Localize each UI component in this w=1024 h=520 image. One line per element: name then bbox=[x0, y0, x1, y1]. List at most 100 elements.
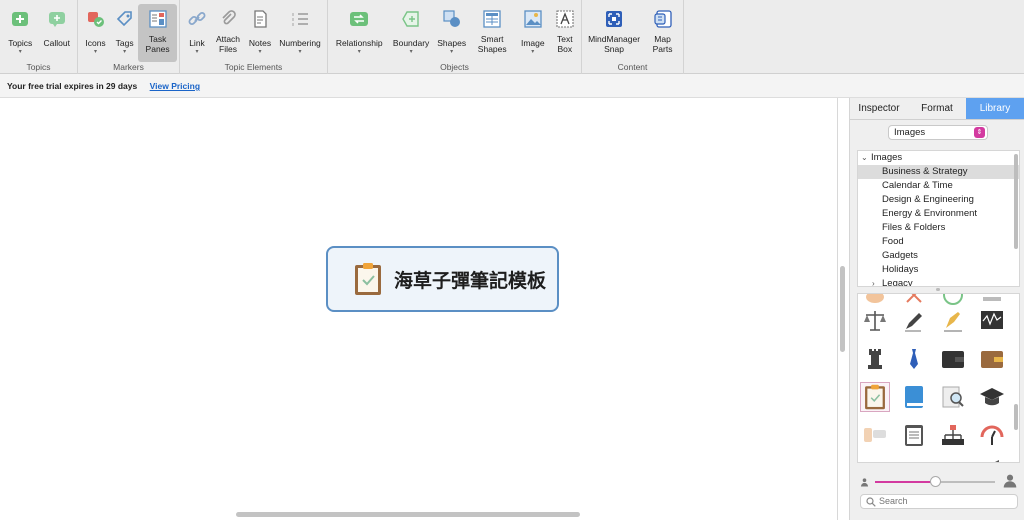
tree-item-images[interactable]: ⌄ Images bbox=[858, 151, 1019, 165]
gallery-image[interactable] bbox=[977, 420, 1007, 450]
tree-item[interactable]: Files & Folders bbox=[858, 221, 1019, 235]
library-tree: ⌄ Images Business & Strategy Calendar & T… bbox=[857, 150, 1020, 287]
relationship-button[interactable]: Relationship ▾ bbox=[330, 4, 388, 62]
topics-icon bbox=[12, 12, 29, 26]
icon-size-slider[interactable] bbox=[857, 474, 1020, 489]
tag-icon bbox=[116, 11, 132, 27]
ribbon-group-topics: Topics ▾ Callout Topics bbox=[0, 0, 78, 74]
stock-chart-icon bbox=[981, 311, 1003, 329]
task-panes-icon bbox=[148, 10, 167, 28]
gallery-image[interactable] bbox=[899, 306, 929, 336]
ribbon-group-objects: Relationship ▾ Boundary ▾ Shapes ▾ Smart… bbox=[328, 0, 582, 74]
gallery-image[interactable] bbox=[860, 454, 890, 462]
link-label: Link bbox=[189, 38, 205, 48]
callout-icon bbox=[48, 12, 65, 27]
icons-button[interactable]: Icons ▾ bbox=[80, 4, 111, 62]
mindmanager-snap-label: MindManager Snap bbox=[588, 34, 641, 54]
gallery-image-selected[interactable] bbox=[860, 382, 890, 412]
gallery-image[interactable] bbox=[938, 454, 968, 462]
task-panes-label: Task Panes bbox=[145, 34, 170, 54]
library-category-select[interactable]: Images ⇕ bbox=[888, 125, 988, 140]
tree-item-label: Legacy bbox=[882, 278, 913, 287]
central-topic-title: 海草子彈筆記模板 bbox=[394, 269, 547, 292]
task-panes-button[interactable]: Task Panes bbox=[138, 4, 177, 62]
shapes-button[interactable]: Shapes ▾ bbox=[434, 4, 470, 62]
topics-button[interactable]: Topics ▾ bbox=[2, 4, 39, 62]
gallery-image[interactable] bbox=[860, 344, 890, 374]
slider-knob[interactable] bbox=[930, 476, 941, 487]
tree-item[interactable]: Food bbox=[858, 235, 1019, 249]
link-button[interactable]: Link ▾ bbox=[182, 4, 212, 62]
tree-scrollbar[interactable] bbox=[1014, 154, 1018, 249]
clipboard-list-icon bbox=[905, 425, 923, 446]
megaphone-icon bbox=[995, 460, 999, 462]
map-parts-button[interactable]: Map Parts bbox=[644, 4, 681, 62]
gallery-image[interactable] bbox=[899, 420, 929, 450]
ribbon-toolbar: Topics ▾ Callout Topics Icons ▾ Tags ▾ T… bbox=[0, 0, 1024, 74]
mindmanager-snap-button[interactable]: MindManager Snap bbox=[584, 4, 644, 62]
canvas-vertical-scrollbar[interactable] bbox=[840, 266, 845, 352]
small-person-icon bbox=[860, 478, 869, 487]
gallery-image[interactable] bbox=[938, 344, 968, 374]
notes-button[interactable]: Notes ▾ bbox=[244, 4, 276, 62]
tree-item[interactable]: Business & Strategy bbox=[858, 165, 1019, 179]
pane-splitter-handle[interactable] bbox=[936, 288, 940, 291]
tree-item[interactable]: Gadgets bbox=[858, 249, 1019, 263]
tree-item[interactable]: Calendar & Time bbox=[858, 179, 1019, 193]
trial-message: Your free trial expires in 29 days bbox=[7, 81, 138, 91]
gauge-icon bbox=[980, 425, 1004, 445]
gallery-image[interactable] bbox=[938, 306, 968, 336]
tags-label: Tags bbox=[115, 38, 134, 48]
gallery-image[interactable] bbox=[899, 454, 929, 462]
shapes-icon bbox=[443, 10, 460, 27]
tree-item-label: Images bbox=[871, 152, 903, 163]
group-label-objects: Objects bbox=[440, 62, 469, 72]
library-pane: Inspector Format Library Images ⇕ ⌄ Image… bbox=[849, 98, 1024, 520]
gallery-image[interactable] bbox=[860, 420, 890, 450]
book-icon bbox=[905, 386, 923, 408]
tags-button[interactable]: Tags ▾ bbox=[111, 4, 138, 62]
tab-format[interactable]: Format bbox=[908, 98, 966, 119]
speech-hand-icon bbox=[864, 428, 886, 442]
ribbon-group-content: MindManager Snap Map Parts Content bbox=[582, 0, 684, 74]
gallery-scrollbar[interactable] bbox=[1014, 404, 1018, 430]
gallery-image[interactable] bbox=[938, 420, 968, 450]
gallery-image[interactable] bbox=[977, 382, 1007, 412]
notes-label: Notes bbox=[248, 38, 272, 48]
text-box-button[interactable]: Text Box bbox=[551, 4, 579, 62]
tree-item[interactable]: Design & Engineering bbox=[858, 193, 1019, 207]
gallery-image[interactable] bbox=[977, 454, 1007, 462]
gallery-image[interactable] bbox=[938, 382, 968, 412]
gallery-image[interactable] bbox=[977, 344, 1007, 374]
tree-item[interactable]: Energy & Environment bbox=[858, 207, 1019, 221]
callout-button[interactable]: Callout bbox=[39, 4, 76, 62]
smart-shapes-icon bbox=[483, 10, 501, 28]
numbering-label: Numbering bbox=[279, 38, 321, 48]
tree-item[interactable]: Holidays bbox=[858, 263, 1019, 277]
chevron-down-icon: ▾ bbox=[298, 49, 302, 55]
numbering-button[interactable]: Numbering ▾ bbox=[276, 4, 324, 62]
scales-icon bbox=[864, 311, 886, 331]
tab-library[interactable]: Library bbox=[966, 98, 1024, 119]
tab-inspector[interactable]: Inspector bbox=[850, 98, 908, 119]
image-button[interactable]: Image ▾ bbox=[515, 4, 551, 62]
search-input[interactable] bbox=[879, 496, 1009, 506]
marker-pen-icon bbox=[905, 313, 922, 332]
smart-shapes-label: Smart Shapes bbox=[477, 34, 507, 54]
smart-shapes-button[interactable]: Smart Shapes bbox=[470, 4, 515, 62]
tree-item-legacy[interactable]: › Legacy bbox=[858, 277, 1019, 287]
library-search-field[interactable] bbox=[860, 494, 1018, 509]
paperclip-icon bbox=[222, 10, 236, 25]
attach-files-button[interactable]: Attach Files bbox=[212, 4, 244, 62]
gallery-image[interactable] bbox=[977, 306, 1007, 336]
gallery-image[interactable] bbox=[860, 306, 890, 336]
trial-banner: Your free trial expires in 29 days View … bbox=[0, 74, 1024, 98]
boundary-button[interactable]: Boundary ▾ bbox=[388, 4, 433, 62]
group-label-markers: Markers bbox=[113, 62, 144, 72]
canvas-horizontal-scrollbar[interactable] bbox=[236, 512, 580, 517]
gallery-image[interactable] bbox=[899, 382, 929, 412]
gallery-image[interactable] bbox=[899, 344, 929, 374]
central-topic[interactable]: 海草子彈筆記模板 bbox=[326, 246, 559, 312]
relationship-icon bbox=[350, 12, 369, 26]
view-pricing-link[interactable]: View Pricing bbox=[150, 81, 200, 91]
